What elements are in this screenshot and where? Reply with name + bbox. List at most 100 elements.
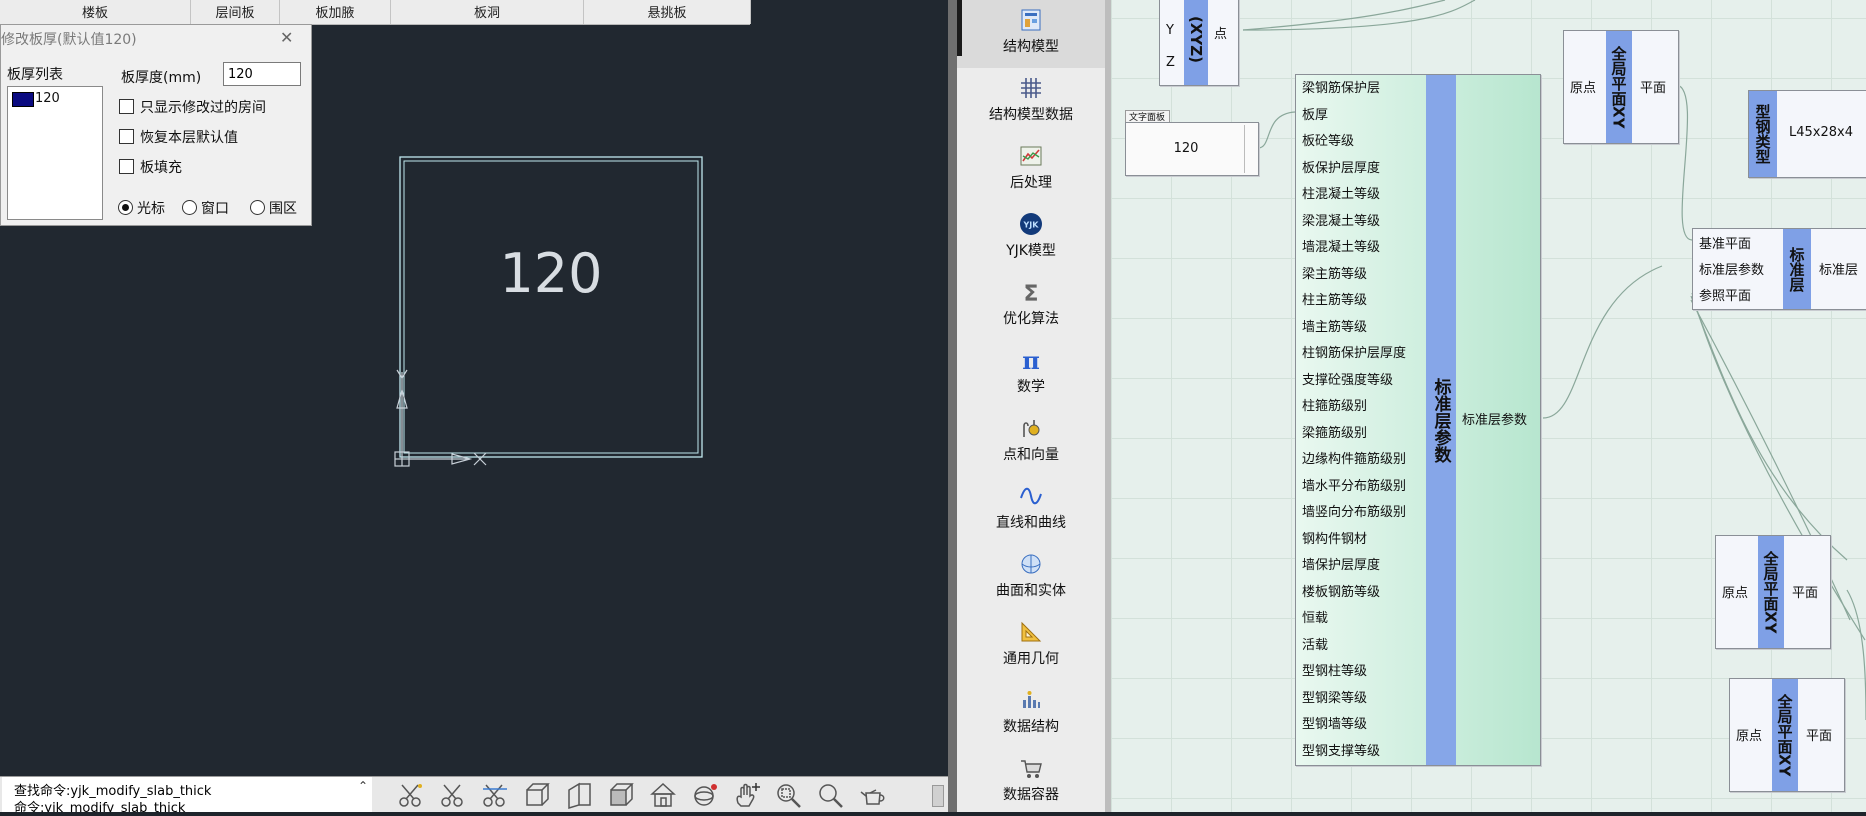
node-global-plane-xy[interactable]: 原点 全局平面XY 平面 — [1729, 678, 1845, 792]
port-z-label: Z — [1166, 55, 1175, 70]
teapot-render-icon[interactable] — [858, 781, 888, 809]
input-port-label: 墙水平分布筋级别 — [1302, 478, 1407, 494]
radio-fence[interactable] — [250, 200, 265, 215]
node-text-panel[interactable]: 120 — [1125, 122, 1259, 176]
thickness-list[interactable]: 120 — [7, 86, 103, 220]
front-view-icon[interactable] — [606, 781, 636, 809]
house-view-icon[interactable] — [648, 781, 678, 809]
input-port-label: 活载 — [1302, 637, 1329, 653]
command-history[interactable]: 查找命令:yjk_modify_slab_thick 命令:yjk_modify… — [2, 777, 372, 812]
port-reference-plane-label: 参照平面 — [1699, 289, 1752, 304]
node-title: 全局平面XY — [1772, 679, 1798, 791]
wire — [1676, 84, 1693, 241]
list-item[interactable]: 120 — [9, 88, 101, 108]
menu-item-point-vector[interactable]: 点和向量 — [957, 408, 1105, 476]
extend-icon[interactable] — [480, 781, 510, 809]
surface-icon — [1021, 554, 1041, 574]
node-global-plane-xy[interactable]: 原点 全局平面XY 平面 — [1715, 535, 1831, 649]
menu-item-label: 通用几何 — [1003, 651, 1059, 667]
menu-item-structure-data[interactable]: 结构模型数据 — [957, 68, 1105, 136]
input-port-label: 柱箍筋级别 — [1302, 399, 1368, 414]
cad-viewport[interactable]: 楼板 层间板 板加腋 板洞 悬挑板 120 修改板厚(默认值120) ✕ 板厚列… — [0, 0, 948, 812]
menu-item-label: 结构模型数据 — [989, 107, 1073, 123]
svg-text:π: π — [1022, 348, 1040, 372]
menu-item-yjk-model[interactable]: YJK YJK模型 — [957, 204, 1105, 272]
zoom-window-icon[interactable] — [774, 781, 804, 809]
node-graph-canvas[interactable]: Y Z (XYZ) 点 文字面板 120 梁钢筋保护层 板厚 板砼等级 板保护层厚度柱… — [1105, 0, 1866, 812]
radio-fence-label: 围区 — [269, 201, 297, 217]
dialog-title: 修改板厚(默认值120) — [1, 32, 137, 48]
node-standard-layer[interactable]: 基准平面 标准层参数 参照平面 标准层 标准层 — [1692, 228, 1866, 310]
menu-item-optimization[interactable]: Σ 优化算法 — [957, 272, 1105, 340]
chart-icon — [1020, 146, 1042, 166]
panel-splitter[interactable] — [948, 0, 957, 812]
ucs-icon — [394, 369, 487, 467]
svg-text:Σ: Σ — [1023, 282, 1038, 304]
checkbox-slab-fill-label: 板填充 — [140, 160, 182, 176]
box-view-icon[interactable] — [522, 781, 552, 809]
thickness-input[interactable] — [223, 62, 301, 86]
active-indicator — [957, 0, 962, 56]
checkbox-show-modified[interactable] — [119, 99, 134, 114]
slab-thickness-label: 120 — [499, 242, 602, 305]
menu-item-general-geometry[interactable]: 通用几何 — [957, 612, 1105, 680]
wire — [1242, 0, 1446, 31]
radio-window-label: 窗口 — [201, 201, 229, 217]
menu-item-label: 直线和曲线 — [996, 515, 1066, 531]
port-plane-label: 平面 — [1806, 729, 1833, 744]
port-standard-layer-label: 标准层 — [1819, 263, 1859, 278]
pan-hand-icon[interactable] — [732, 781, 762, 809]
toolbar-scrollbar[interactable] — [932, 785, 944, 807]
curve-icon — [1020, 487, 1042, 505]
node-global-plane-xy[interactable]: 原点 全局平面XY 平面 — [1563, 30, 1679, 144]
radio-window[interactable] — [182, 200, 197, 215]
menu-item-label: 结构模型 — [1003, 39, 1059, 55]
menu-item-data-structure[interactable]: 数据结构 — [957, 680, 1105, 748]
port-y-label: Y — [1166, 23, 1174, 38]
steel-type-value: L45x28x4 — [1789, 125, 1853, 140]
port-layer-params-label: 标准层参数 — [1699, 263, 1765, 278]
scissors-icon[interactable] — [396, 781, 426, 809]
node-construct-point[interactable]: Y Z (XYZ) 点 — [1159, 0, 1239, 86]
point-vector-icon — [1023, 420, 1040, 437]
menu-item-label: 曲面和实体 — [996, 583, 1066, 599]
structure-model-icon — [1021, 9, 1041, 31]
input-port-label: 墙主筋等级 — [1302, 319, 1368, 335]
input-port-label: 板厚 — [1302, 107, 1329, 123]
port-origin-label: 原点 — [1722, 586, 1749, 601]
wire — [1690, 295, 1848, 561]
modify-slab-thickness-dialog: 修改板厚(默认值120) ✕ 板厚列表 120 板厚度(mm) 只显示修改过的房… — [0, 24, 312, 226]
menu-item-math[interactable]: π 数学 — [957, 340, 1105, 408]
menu-item-post-processing[interactable]: 后处理 — [957, 136, 1105, 204]
menu-item-line-curve[interactable]: 直线和曲线 — [957, 476, 1105, 544]
zoom-icon[interactable] — [816, 781, 846, 809]
port-plane-label: 平面 — [1792, 586, 1819, 601]
menu-item-structure-model[interactable]: 结构模型 — [957, 0, 1105, 68]
menu-item-label: 数据容器 — [1003, 787, 1059, 803]
menu-item-data-container[interactable]: 数据容器 — [957, 748, 1105, 816]
node-steel-type[interactable]: 型钢类型 L45x28x4 — [1748, 90, 1866, 178]
scroll-up-icon[interactable]: ⌃ — [358, 779, 368, 793]
input-port-label: 型钢柱等级 — [1302, 664, 1368, 679]
menu-item-surface-solid[interactable]: 曲面和实体 — [957, 544, 1105, 612]
checkbox-restore-default[interactable] — [119, 129, 134, 144]
node-title: 全局平面XY — [1758, 536, 1784, 648]
node-standard-layer-params[interactable]: 梁钢筋保护层 板厚 板砼等级 板保护层厚度 柱混凝土等级 梁混凝土等级 墙混凝土等级 梁主筋等… — [1295, 74, 1541, 766]
checkbox-slab-fill[interactable] — [119, 159, 134, 174]
grid-data-icon — [1021, 78, 1041, 98]
input-port-label: 板保护层厚度 — [1302, 160, 1381, 176]
close-icon[interactable]: ✕ — [280, 28, 293, 47]
orbit-icon[interactable] — [690, 781, 720, 809]
side-view-icon[interactable] — [564, 781, 594, 809]
node-title: 标准层 — [1783, 229, 1811, 309]
input-port-label: 恒载 — [1302, 611, 1329, 626]
radio-cursor-label: 光标 — [137, 201, 165, 217]
panel-scrollbar[interactable] — [1244, 125, 1257, 173]
input-port-label: 柱主筋等级 — [1302, 293, 1368, 308]
checkbox-show-modified-label: 只显示修改过的房间 — [140, 100, 266, 116]
port-point-label: 点 — [1214, 27, 1228, 42]
slab-outline-inner — [403, 160, 699, 454]
radio-cursor[interactable] — [118, 200, 133, 215]
trim-icon[interactable] — [438, 781, 468, 809]
port-origin-label: 原点 — [1570, 81, 1597, 96]
